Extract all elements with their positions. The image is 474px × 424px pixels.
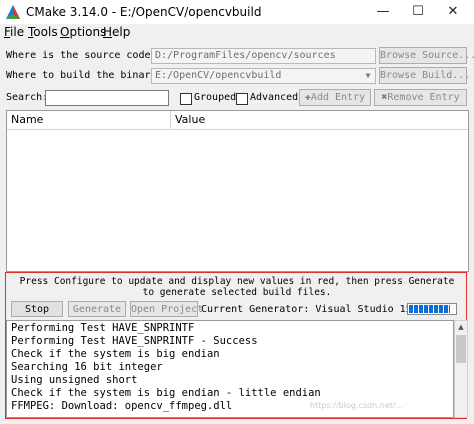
watermark: https://blog.csdn.net/... xyxy=(310,401,404,410)
menu-tools[interactable]: Tools xyxy=(28,25,58,39)
build-label: Where to build the binaries: xyxy=(6,70,175,81)
log-line: Performing Test HAVE_SNPRINTF - Success xyxy=(11,335,258,347)
log-line: FFMPEG: Download: opencv_ffmpeg.dll xyxy=(11,400,233,412)
add-entry-button[interactable]: ✚Add Entry xyxy=(299,89,371,106)
remove-entry-button[interactable]: ✖Remove Entry xyxy=(374,89,467,106)
close-button[interactable]: ✕ xyxy=(436,0,470,24)
advanced-checkbox[interactable] xyxy=(236,93,248,105)
output-scrollbar[interactable]: ▲ xyxy=(454,320,468,418)
chevron-up-icon[interactable]: ▲ xyxy=(455,321,467,333)
menu-bar: File Tools Options Help xyxy=(0,24,474,42)
build-path-combobox[interactable]: E:/OpenCV/opencvbuild ▼ xyxy=(151,68,376,84)
stop-button[interactable]: Stop xyxy=(11,301,63,317)
log-line: Performing Test HAVE_SNPRINTF xyxy=(11,322,195,334)
menu-help[interactable]: Help xyxy=(103,25,130,39)
scroll-thumb[interactable] xyxy=(456,335,466,363)
log-line: Check if the system is big endian xyxy=(11,348,220,360)
current-generator-label: Current Generator: Visual Studio 15 2017 xyxy=(201,304,442,315)
chevron-down-icon[interactable]: ▼ xyxy=(361,69,375,83)
search-input[interactable] xyxy=(45,90,169,106)
search-label: Search: xyxy=(6,92,49,103)
log-line: Using unsigned short xyxy=(11,374,138,386)
minimize-button[interactable]: — xyxy=(366,0,400,24)
build-path-value: E:/OpenCV/opencvbuild xyxy=(155,70,282,81)
browse-build-button[interactable]: Browse Build... xyxy=(379,67,470,84)
cmake-triangle-icon xyxy=(6,5,20,19)
progress-fill xyxy=(409,305,450,313)
menu-file[interactable]: File xyxy=(4,25,24,39)
column-value[interactable]: Value xyxy=(175,113,205,126)
source-path-field[interactable]: D:/ProgramFiles/opencv/sources xyxy=(151,48,376,64)
maximize-button[interactable]: ☐ xyxy=(401,0,435,24)
open-project-button[interactable]: Open Project xyxy=(130,301,203,317)
column-divider[interactable] xyxy=(170,111,171,129)
window-title: CMake 3.14.0 - E:/OpenCV/opencvbuild xyxy=(26,5,262,19)
log-line: Searching 16 bit integer xyxy=(11,361,163,373)
menu-options[interactable]: Options xyxy=(60,25,106,39)
browse-source-button[interactable]: Browse Source... xyxy=(379,47,474,64)
grouped-checkbox[interactable] xyxy=(180,93,192,105)
column-name[interactable]: Name xyxy=(11,113,43,126)
table-header: Name Value xyxy=(7,111,468,130)
progress-bar xyxy=(407,303,457,315)
log-line: Check if the system is big endian - litt… xyxy=(11,387,321,399)
generate-button[interactable]: Generate xyxy=(68,301,126,317)
configure-hint: Press Configure to update and display ne… xyxy=(19,276,455,298)
title-bar: CMake 3.14.0 - E:/OpenCV/opencvbuild — ☐… xyxy=(0,0,474,24)
source-label: Where is the source code: xyxy=(6,50,157,61)
grouped-label: Grouped xyxy=(194,92,237,103)
advanced-label: Advanced xyxy=(250,92,299,103)
cache-table[interactable]: Name Value xyxy=(6,110,469,272)
